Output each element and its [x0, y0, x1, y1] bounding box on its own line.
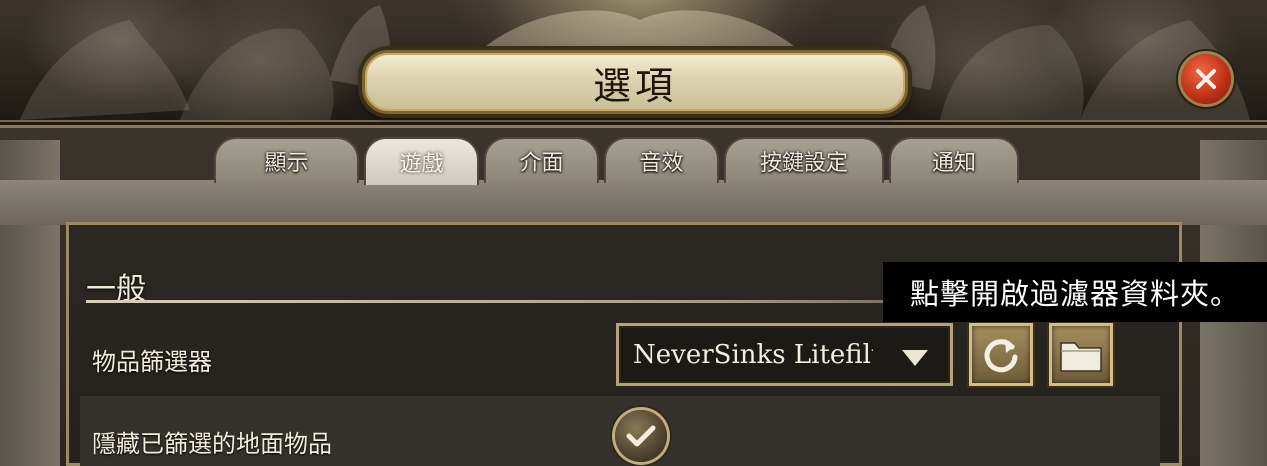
tab-label: 音效	[639, 151, 684, 176]
hide-filtered-items-checkbox[interactable]	[615, 410, 667, 462]
tab-interface[interactable]: 介面	[484, 137, 599, 183]
tab-label: 介面	[519, 151, 564, 176]
tab-label: 通知	[931, 151, 976, 176]
tab-label: 遊戲	[399, 152, 444, 177]
item-filter-selected-value: NeverSinks Litefilter	[633, 339, 873, 370]
tab-label: 按鍵設定	[759, 151, 848, 176]
checkmark-icon	[626, 425, 656, 447]
item-filter-label: 物品篩選器	[92, 348, 212, 376]
hide-filtered-items-label: 隱藏已篩選的地面物品	[92, 430, 332, 458]
tooltip-text: 點擊開啟過濾器資料夾。	[909, 277, 1240, 311]
close-icon	[1196, 69, 1216, 89]
title-plaque: 選項	[362, 50, 908, 114]
tab-display[interactable]: 顯示	[214, 137, 359, 183]
tab-audio[interactable]: 音效	[604, 137, 719, 183]
reload-icon	[984, 338, 1018, 372]
tab-notifications[interactable]: 通知	[889, 137, 1019, 183]
frame-stone-strip	[0, 180, 1267, 225]
options-window: 選項 顯示 遊戲 介面 音效 按鍵設定 通知 一般 物品篩選器 NeverSin…	[0, 0, 1267, 466]
tab-label: 顯示	[264, 151, 309, 176]
reload-filter-button[interactable]	[969, 323, 1033, 386]
close-button[interactable]	[1181, 54, 1231, 104]
item-filter-dropdown[interactable]: NeverSinks Litefilter	[616, 323, 953, 386]
window-title: 選項	[592, 63, 677, 108]
open-filter-folder-button[interactable]	[1049, 323, 1113, 386]
folder-tooltip: 點擊開啟過濾器資料夾。	[883, 262, 1267, 322]
tab-game[interactable]: 遊戲	[364, 137, 479, 185]
folder-icon	[1060, 341, 1102, 372]
chevron-down-icon	[902, 350, 928, 366]
tab-keybindings[interactable]: 按鍵設定	[724, 137, 884, 183]
